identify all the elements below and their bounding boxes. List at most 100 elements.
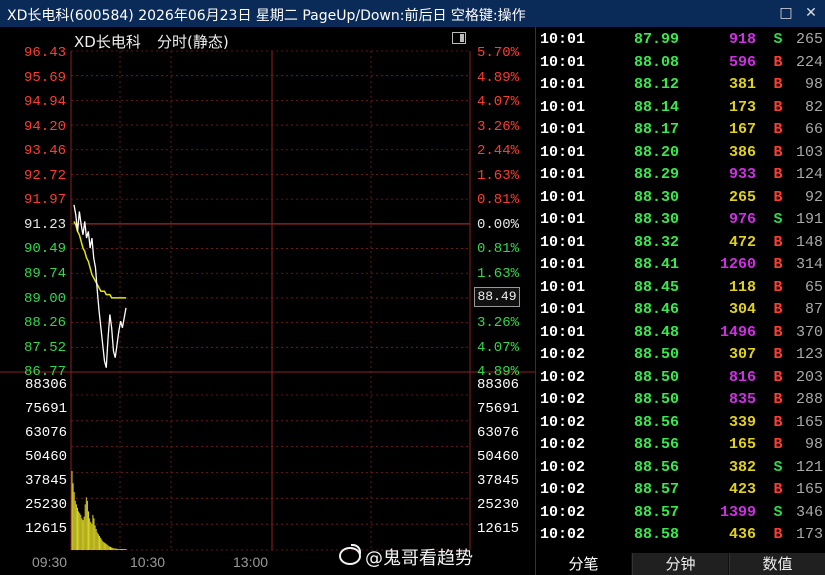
- trade-row[interactable]: 10:02 88.50 816 B 203: [536, 369, 825, 391]
- trade-price: 88.14: [633, 98, 679, 116]
- trade-row[interactable]: 10:01 88.14 173 B 82: [536, 99, 825, 121]
- trade-time: 10:02: [540, 526, 586, 543]
- trade-count: 124: [795, 166, 823, 183]
- trade-row[interactable]: 10:02 88.56 382 S 121: [536, 459, 825, 481]
- trade-row[interactable]: 10:01 88.08 596 B 224: [536, 54, 825, 76]
- percent-axis-label: 0.81%: [477, 192, 520, 209]
- trade-side: B: [773, 481, 783, 498]
- price-axis-label: 89.00: [24, 290, 67, 307]
- trade-count: 66: [804, 121, 823, 138]
- trade-row[interactable]: 10:01 88.17 167 B 66: [536, 121, 825, 143]
- close-icon[interactable]: ✕: [801, 3, 821, 23]
- trade-count: 288: [795, 391, 823, 408]
- chart-gridlines: [70, 50, 471, 551]
- trade-row[interactable]: 10:01 87.99 918 S 265: [536, 31, 825, 53]
- trade-price: 88.50: [633, 368, 679, 386]
- trade-time: 10:01: [540, 301, 586, 318]
- volume-axis-label-left: 88306: [24, 377, 67, 393]
- trade-time: 10:02: [540, 481, 586, 498]
- trade-time: 10:01: [540, 143, 586, 161]
- trade-row[interactable]: 10:01 88.41 1260 B 314: [536, 256, 825, 278]
- trade-side: B: [773, 346, 783, 363]
- trade-price: 88.20: [633, 143, 679, 161]
- trade-volume: 918: [728, 31, 756, 48]
- price-axis-label: 94.94: [24, 94, 67, 111]
- trade-side: B: [773, 166, 783, 183]
- intraday-chart: [0, 50, 535, 551]
- percent-axis-label: 0.81%: [477, 241, 520, 258]
- trade-volume: 304: [728, 301, 756, 318]
- tab-tick[interactable]: 分笔: [535, 553, 631, 575]
- watermark-text: @鬼哥看趋势: [365, 548, 473, 569]
- volume-axis-label-right: 25230: [477, 497, 520, 513]
- volume-axis-label-right: 88306: [477, 377, 520, 393]
- trade-count: 165: [795, 413, 823, 431]
- current-price-tag: 88.49: [474, 287, 520, 307]
- trade-row[interactable]: 10:01 88.30 265 B 92: [536, 189, 825, 211]
- price-line: [73, 204, 127, 368]
- trade-side: B: [773, 98, 783, 116]
- percent-axis-label: 0.00%: [477, 216, 520, 233]
- trade-side: B: [773, 301, 783, 318]
- trade-volume: 1399: [719, 503, 756, 521]
- trade-row[interactable]: 10:01 88.45 118 B 65: [536, 279, 825, 301]
- price-axis-label: 91.97: [24, 192, 67, 209]
- price-axis-label: 90.49: [24, 241, 67, 258]
- trade-count: 346: [795, 503, 823, 521]
- trade-row[interactable]: 10:01 88.32 472 B 148: [536, 234, 825, 256]
- trade-row[interactable]: 10:02 88.57 1399 S 346: [536, 504, 825, 526]
- trade-row[interactable]: 10:02 88.56 339 B 165: [536, 414, 825, 436]
- volume-axis-label-right: 63076: [477, 425, 520, 441]
- trade-count: 87: [804, 301, 823, 318]
- trade-price: 88.46: [633, 301, 679, 318]
- trade-price: 88.48: [633, 323, 679, 341]
- trade-price: 88.50: [633, 346, 679, 363]
- trade-volume: 835: [728, 391, 756, 408]
- tab-minute[interactable]: 分钟: [632, 553, 728, 575]
- percent-axis-label: 5.70%: [477, 45, 520, 61]
- trade-count: 265: [795, 31, 823, 48]
- trade-volume: 381: [728, 76, 756, 93]
- volume-axis-label-right: 12615: [477, 521, 520, 537]
- price-axis-label: 95.69: [24, 69, 67, 86]
- trade-row[interactable]: 10:02 88.58 436 B 173: [536, 526, 825, 548]
- trade-time: 10:02: [540, 458, 586, 476]
- trade-time: 10:02: [540, 346, 586, 363]
- trade-count: 103: [795, 143, 823, 161]
- restore-icon[interactable]: □: [776, 3, 796, 23]
- time-label-1300: 13:00: [233, 554, 269, 570]
- trade-price: 88.58: [633, 526, 679, 543]
- trade-side: B: [773, 76, 783, 93]
- trade-count: 82: [804, 98, 823, 116]
- trade-time: 10:02: [540, 413, 586, 431]
- trade-side: B: [773, 391, 783, 408]
- trade-row[interactable]: 10:01 88.30 976 S 191: [536, 211, 825, 233]
- trade-volume: 386: [728, 143, 756, 161]
- trade-side: B: [773, 53, 783, 71]
- trade-side: B: [773, 143, 783, 161]
- trade-row[interactable]: 10:01 88.20 386 B 103: [536, 144, 825, 166]
- percent-axis-label: 4.07%: [477, 94, 520, 111]
- trade-row[interactable]: 10:01 88.12 381 B 98: [536, 76, 825, 98]
- trade-count: 121: [795, 458, 823, 476]
- trade-volume: 976: [728, 211, 756, 228]
- trade-count: 165: [795, 481, 823, 498]
- trade-row[interactable]: 10:02 88.57 423 B 165: [536, 481, 825, 503]
- trade-time: 10:01: [540, 53, 586, 71]
- trade-price: 88.08: [633, 53, 679, 71]
- trade-row[interactable]: 10:02 88.50 835 B 288: [536, 391, 825, 413]
- trade-price: 88.45: [633, 278, 679, 296]
- window-titlebar: XD长电科(600584) 2026年06月23日 星期二 PageUp/Dow…: [0, 0, 825, 28]
- trade-count: 203: [795, 368, 823, 386]
- trade-price: 88.56: [633, 413, 679, 431]
- trade-row[interactable]: 10:01 88.46 304 B 87: [536, 301, 825, 323]
- trade-count: 123: [795, 346, 823, 363]
- trade-volume: 423: [728, 481, 756, 498]
- tab-values[interactable]: 数值: [729, 553, 825, 575]
- trade-time: 10:01: [540, 121, 586, 138]
- trade-count: 224: [795, 53, 823, 71]
- trade-row[interactable]: 10:02 88.50 307 B 123: [536, 346, 825, 368]
- trade-row[interactable]: 10:01 88.29 933 B 124: [536, 166, 825, 188]
- trade-row[interactable]: 10:02 88.56 165 B 98: [536, 436, 825, 458]
- trade-row[interactable]: 10:01 88.48 1496 B 370: [536, 324, 825, 346]
